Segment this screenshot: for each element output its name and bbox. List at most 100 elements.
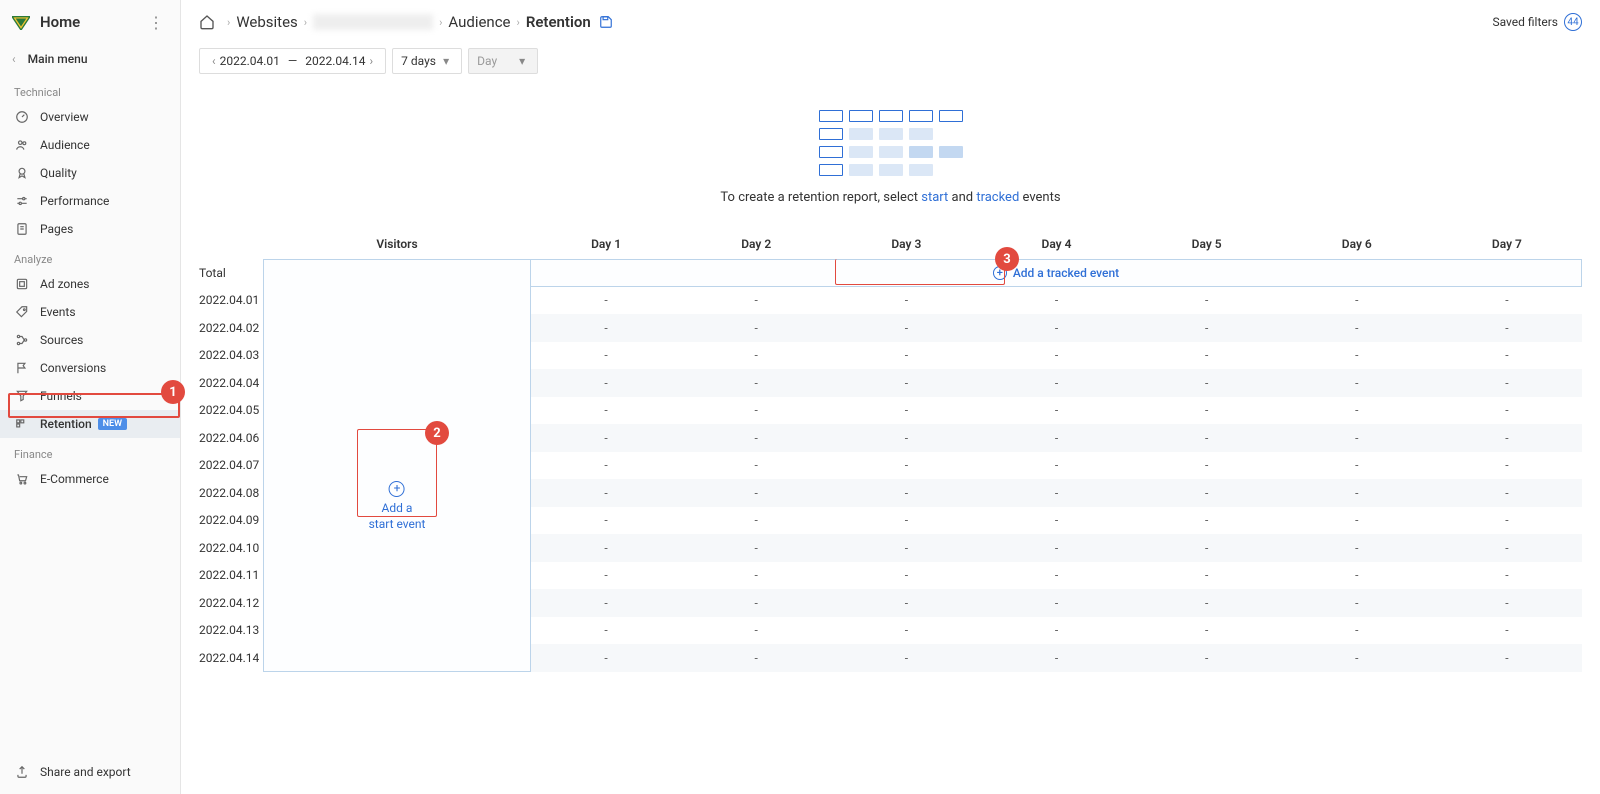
nav-quality[interactable]: Quality <box>0 159 180 187</box>
bc-site-name-blurred[interactable] <box>313 14 433 30</box>
cell-day: - <box>531 479 681 507</box>
nav-adzones[interactable]: Ad zones <box>0 270 180 298</box>
cell-day: - <box>981 287 1131 315</box>
nav-label: Performance <box>40 194 109 208</box>
nav-audience[interactable]: Audience <box>0 131 180 159</box>
share-export[interactable]: Share and export <box>0 754 180 794</box>
cell-day: - <box>1132 314 1282 342</box>
cell-day: - <box>1132 479 1282 507</box>
chevron-right-icon: › <box>227 16 230 29</box>
cell-date: 2022.04.04 <box>199 369 263 397</box>
chevron-left-icon[interactable]: ‹ <box>208 54 220 68</box>
cell-day: - <box>831 617 981 645</box>
cell-date: 2022.04.07 <box>199 452 263 480</box>
cell-day: - <box>831 507 981 535</box>
range-select[interactable]: 7 days ▾ <box>392 48 462 74</box>
content: To create a retention report, select sta… <box>181 84 1600 794</box>
cell-day: - <box>1282 534 1432 562</box>
col-day4: Day 4 <box>981 237 1131 251</box>
chevron-right-icon[interactable]: › <box>366 54 378 68</box>
nav-performance[interactable]: Performance <box>0 187 180 215</box>
cell-day: - <box>681 617 831 645</box>
cell-day: - <box>1282 452 1432 480</box>
cell-day: - <box>1282 314 1432 342</box>
total-label: Total <box>199 259 263 287</box>
nav-sources[interactable]: Sources <box>0 326 180 354</box>
table-row-total: Total + Add a tracked event <box>199 259 1582 287</box>
cell-day: - <box>1432 534 1582 562</box>
saved-filters-count: 44 <box>1564 13 1582 31</box>
section-technical: Technical <box>0 76 180 103</box>
retention-icon <box>14 416 30 432</box>
home-label[interactable]: Home <box>40 13 144 31</box>
cell-day: - <box>981 452 1131 480</box>
saved-filters-button[interactable]: Saved filters 44 <box>1492 13 1582 31</box>
cell-day: - <box>1282 644 1432 672</box>
nav-label: Funnels <box>40 389 82 403</box>
table-header: Visitors Day 1 Day 2 Day 3 Day 4 Day 5 D… <box>199 229 1582 259</box>
cell-day: - <box>981 314 1131 342</box>
plus-circle-icon: + <box>993 266 1007 280</box>
cell-day: - <box>1282 397 1432 425</box>
add-start-line2: start event <box>369 517 426 533</box>
cell-day: - <box>981 369 1131 397</box>
empty-state: To create a retention report, select sta… <box>199 100 1582 221</box>
nav-funnels[interactable]: Funnels <box>0 382 180 410</box>
chevron-right-icon: › <box>439 16 442 29</box>
cell-day: - <box>831 644 981 672</box>
cell-day: - <box>681 342 831 370</box>
bc-audience[interactable]: Audience <box>448 13 510 31</box>
nav-retention[interactable]: Retention NEW <box>0 410 180 438</box>
cell-day: - <box>681 452 831 480</box>
chevron-right-icon: › <box>517 16 520 29</box>
nav-pages[interactable]: Pages <box>0 215 180 243</box>
bc-websites[interactable]: Websites <box>236 13 297 31</box>
date-range-picker[interactable]: ‹ 2022.04.01 — 2022.04.14 › <box>199 48 386 74</box>
cell-day: - <box>1432 369 1582 397</box>
section-finance: Finance <box>0 438 180 465</box>
col-day7: Day 7 <box>1432 237 1582 251</box>
cell-day: - <box>1432 644 1582 672</box>
sidebar-header: Home ⋮ <box>0 0 180 44</box>
cell-day: - <box>1282 589 1432 617</box>
controlbar: ‹ 2022.04.01 — 2022.04.14 › 7 days ▾ Day… <box>181 44 1600 84</box>
cell-visitors <box>263 644 531 672</box>
nav-label: Conversions <box>40 361 106 375</box>
date-sep: — <box>288 54 297 68</box>
chevron-down-icon: ▾ <box>439 54 453 68</box>
start-events-link[interactable]: start <box>921 190 948 205</box>
cell-day: - <box>531 589 681 617</box>
nav-conversions[interactable]: Conversions <box>0 354 180 382</box>
main-menu-label: Main menu <box>28 52 88 66</box>
kebab-menu-icon[interactable]: ⋮ <box>144 11 168 34</box>
cell-day: - <box>1432 287 1582 315</box>
users-icon <box>14 137 30 153</box>
nav-label: Audience <box>40 138 90 152</box>
cell-day: - <box>1132 424 1282 452</box>
table-row: 2022.04.12------- <box>199 589 1582 617</box>
cell-date: 2022.04.01 <box>199 287 263 315</box>
cell-day: - <box>981 507 1131 535</box>
cell-day: - <box>831 479 981 507</box>
share-label: Share and export <box>40 765 131 779</box>
cell-day: - <box>531 562 681 590</box>
nav-events[interactable]: Events <box>0 298 180 326</box>
nav-overview[interactable]: Overview <box>0 103 180 131</box>
granularity-value: Day <box>477 54 497 68</box>
add-tracked-event-button[interactable]: + Add a tracked event <box>993 266 1119 280</box>
add-start-event-button[interactable]: + Add a start event <box>369 481 426 532</box>
granularity-select[interactable]: Day ▾ <box>468 48 538 74</box>
cell-day: - <box>981 397 1131 425</box>
cart-icon <box>14 471 30 487</box>
cell-day: - <box>681 369 831 397</box>
save-report-icon[interactable] <box>599 15 613 29</box>
cell-day: - <box>681 479 831 507</box>
tracked-events-link[interactable]: tracked <box>976 190 1019 205</box>
home-icon[interactable] <box>199 14 215 30</box>
cell-day: - <box>1432 314 1582 342</box>
cell-visitors-total <box>263 259 531 287</box>
nav-ecommerce[interactable]: E-Commerce <box>0 465 180 493</box>
main-menu-back[interactable]: ‹ Main menu <box>0 44 180 76</box>
cell-day: - <box>1282 617 1432 645</box>
cell-day: - <box>981 479 1131 507</box>
